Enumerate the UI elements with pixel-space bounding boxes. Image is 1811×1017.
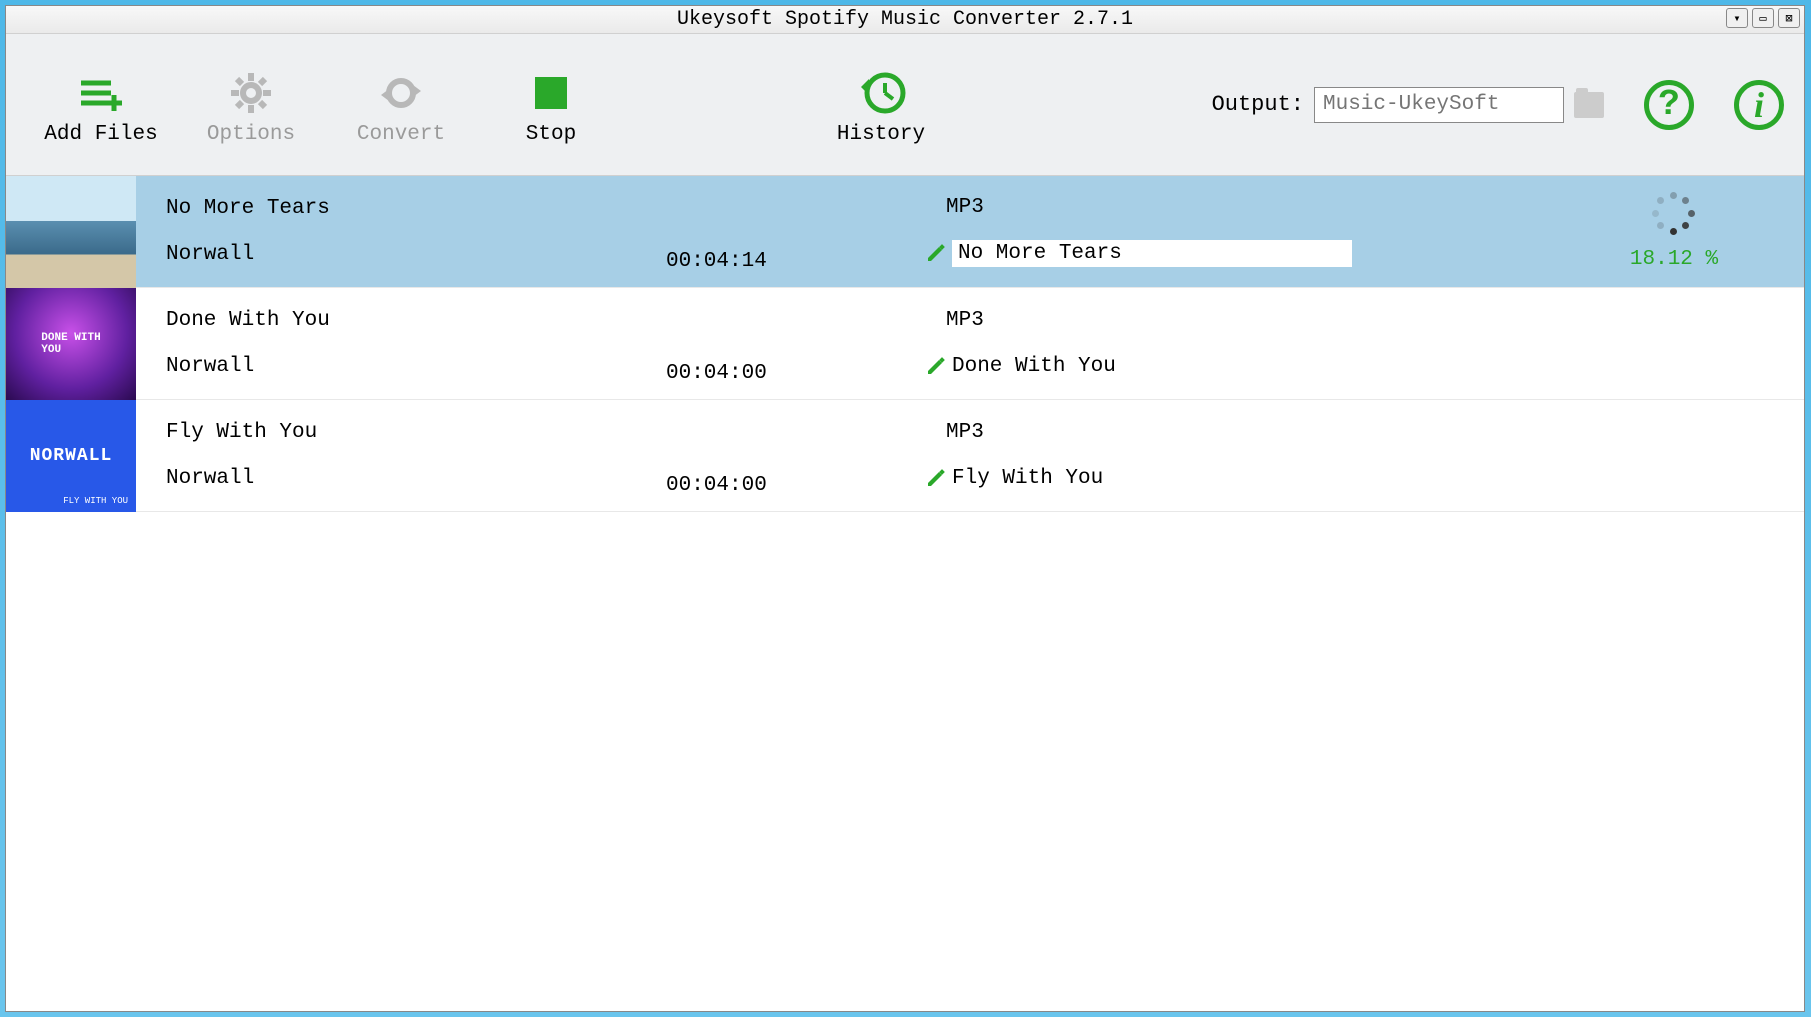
track-format: MP3 [926,196,1544,219]
toolbar: Add Files Options [6,34,1804,176]
history-label: History [837,123,925,146]
track-list: No More Tears Norwall 00:04:14 MP3 No Mo… [6,176,1804,1011]
dropdown-button[interactable]: ▾ [1726,8,1748,28]
output-path-input[interactable] [1314,87,1564,123]
help-button[interactable]: ? [1644,80,1694,130]
track-format: MP3 [926,421,1544,444]
convert-label: Convert [357,123,445,146]
output-area: Output: ? i [1212,80,1784,130]
track-progress: 18.12 % [1630,248,1718,271]
window-title: Ukeysoft Spotify Music Converter 2.7.1 [677,8,1133,31]
track-filename: Done With You [952,355,1116,378]
track-format: MP3 [926,309,1544,332]
add-files-button[interactable]: Add Files [26,34,176,175]
pencil-icon[interactable] [926,356,946,376]
track-artist: Norwall [166,467,666,490]
gear-icon [227,63,275,123]
history-icon [855,63,907,123]
add-files-label: Add Files [44,123,157,146]
options-button[interactable]: Options [176,34,326,175]
track-artist: Norwall [166,243,666,266]
track-row[interactable]: DONE WITHYOU Done With You Norwall 00:04… [6,288,1804,400]
window-controls: ▾ ▭ ⊠ [1726,8,1800,28]
history-button[interactable]: History [806,34,956,175]
stop-button[interactable]: Stop [476,34,626,175]
titlebar: Ukeysoft Spotify Music Converter 2.7.1 ▾… [6,6,1804,34]
track-filename: Fly With You [952,467,1103,490]
track-info: No More Tears Norwall 00:04:14 MP3 No Mo… [136,176,1804,287]
minimize-button[interactable]: ▭ [1752,8,1774,28]
browse-folder-button[interactable] [1574,92,1604,118]
spinner-icon [1652,192,1696,236]
track-info: Done With You Norwall 00:04:00 MP3 Done … [136,288,1804,399]
convert-button[interactable]: Convert [326,34,476,175]
track-row[interactable]: NORWALL FLY WITH YOU Fly With You Norwal… [6,400,1804,512]
album-art: NORWALL FLY WITH YOU [6,400,136,512]
pencil-icon[interactable] [926,243,946,263]
track-row[interactable]: No More Tears Norwall 00:04:14 MP3 No Mo… [6,176,1804,288]
track-title: Done With You [166,309,666,332]
album-art: DONE WITHYOU [6,288,136,400]
refresh-icon [377,63,425,123]
options-label: Options [207,123,295,146]
stop-icon [531,63,571,123]
stop-label: Stop [526,123,576,146]
close-button[interactable]: ⊠ [1778,8,1800,28]
album-art [6,176,136,288]
track-duration: 00:04:00 [666,474,767,497]
pencil-icon[interactable] [926,468,946,488]
output-label: Output: [1212,92,1304,117]
track-info: Fly With You Norwall 00:04:00 MP3 Fly Wi… [136,400,1804,511]
track-duration: 00:04:00 [666,362,767,385]
track-artist: Norwall [166,355,666,378]
add-files-icon [76,63,126,123]
track-title: Fly With You [166,421,666,444]
app-window: Ukeysoft Spotify Music Converter 2.7.1 ▾… [5,5,1805,1012]
track-title: No More Tears [166,197,666,220]
track-filename[interactable]: No More Tears [952,240,1352,267]
info-button[interactable]: i [1734,80,1784,130]
track-duration: 00:04:14 [666,250,767,273]
